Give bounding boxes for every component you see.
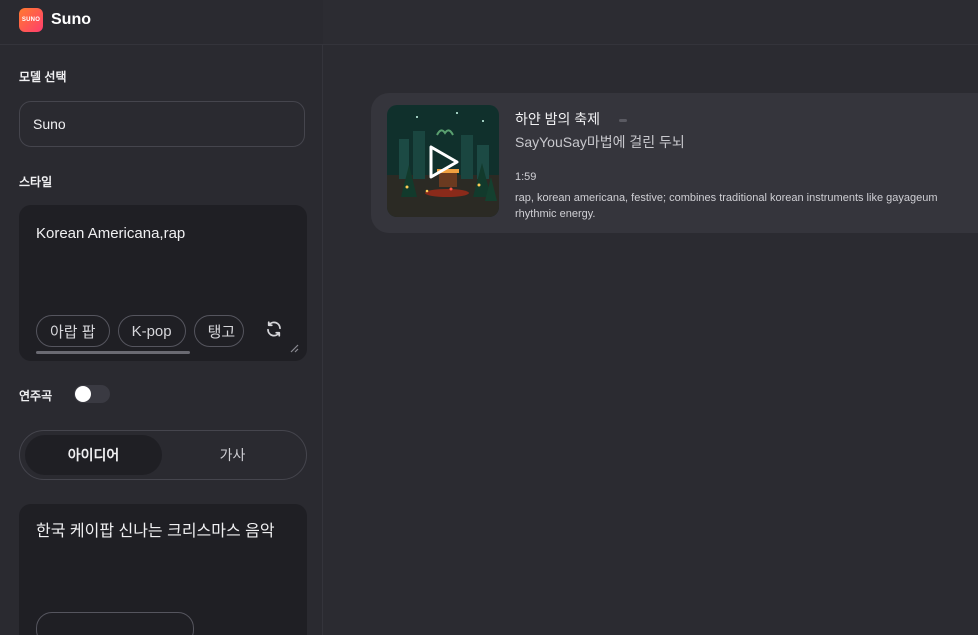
toggle-knob	[75, 386, 91, 402]
instrumental-label: 연주곡	[19, 389, 53, 403]
track-description-line1: rap, korean americana, festive; combines…	[515, 192, 938, 204]
style-input-text[interactable]: Korean Americana,rap	[36, 225, 185, 242]
header-right-area	[323, 0, 978, 44]
model-select[interactable]: Suno	[19, 101, 305, 147]
track-card[interactable]: 하얀 밤의 축제 SayYouSay마법에 걸린 두뇌 1:59 rap, ko…	[371, 93, 978, 233]
idea-chip[interactable]	[36, 612, 194, 635]
style-input[interactable]: Korean Americana,rap 아랍 팝 K-pop 탱고	[19, 205, 307, 361]
track-cover[interactable]	[387, 105, 499, 217]
title-indicator	[619, 119, 627, 122]
brand-name[interactable]: Suno	[51, 11, 91, 29]
track-title[interactable]: 하얀 밤의 축제	[515, 109, 600, 129]
style-chip-tango[interactable]: 탱고	[193, 315, 244, 347]
track-description: rap, korean americana, festive; combines…	[515, 190, 978, 222]
top-header: SUNO Suno	[0, 0, 978, 45]
track-artist[interactable]: SayYouSay마법에 걸린 두뇌	[515, 132, 685, 152]
tab-idea[interactable]: 아이디어	[25, 435, 162, 475]
style-chip-kpop[interactable]: K-pop	[117, 315, 186, 347]
track-description-line2: rhythmic energy.	[515, 208, 596, 220]
idea-input[interactable]: 한국 케이팝 신나는 크리스마스 음악	[19, 504, 307, 635]
style-chip-arab-pop[interactable]: 아랍 팝	[36, 315, 110, 347]
style-suggestions: 아랍 팝 K-pop 탱고	[36, 315, 244, 347]
chips-scrollbar[interactable]	[36, 351, 190, 354]
track-duration: 1:59	[515, 171, 537, 183]
mode-tabs: 아이디어 가사	[19, 430, 307, 480]
model-select-value: Suno	[33, 116, 66, 132]
instrumental-toggle[interactable]	[74, 385, 110, 403]
model-label: 모델 선택	[19, 70, 67, 84]
suno-logo[interactable]: SUNO	[19, 8, 43, 32]
resize-handle-icon[interactable]	[289, 343, 299, 353]
style-label: 스타일	[19, 175, 53, 189]
cover-art	[387, 105, 499, 217]
refresh-icon[interactable]	[265, 320, 283, 338]
idea-input-text[interactable]: 한국 케이팝 신나는 크리스마스 음악	[36, 520, 291, 544]
tab-lyrics[interactable]: 가사	[164, 435, 301, 475]
